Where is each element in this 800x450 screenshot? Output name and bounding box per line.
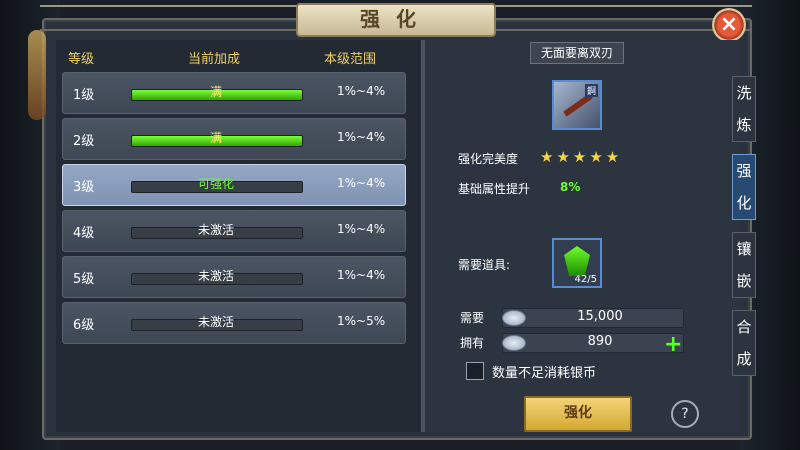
tab-label-char: 镶 — [736, 240, 752, 258]
decorative-ornament — [28, 30, 46, 120]
tab-label-char: 炼 — [736, 116, 752, 134]
tab-label-char: 成 — [736, 350, 752, 368]
enhance-button[interactable]: 强化 — [524, 396, 632, 432]
tab-label: 洗炼 — [733, 77, 755, 141]
level-label: 1级 — [73, 88, 95, 103]
level-range: 1%~4% — [337, 176, 386, 190]
bonus-status: 未激活 — [197, 269, 234, 283]
level-range: 1%~4% — [337, 130, 386, 144]
tab-label-char: 洗 — [736, 84, 752, 102]
use-silver-checkbox[interactable] — [466, 362, 484, 380]
level-label: 6级 — [73, 318, 95, 333]
level-row-5[interactable]: 5级 未激活 1%~4% — [62, 256, 406, 298]
material-label: 需要道具: — [458, 258, 511, 272]
level-label: 3级 — [73, 180, 95, 195]
level-row-4[interactable]: 4级 未激活 1%~4% — [62, 210, 406, 252]
bonus-status: 未激活 — [197, 223, 234, 237]
level-label: 2级 — [73, 134, 95, 149]
header-current-bonus: 当前加成 — [188, 52, 241, 67]
perfection-label: 强化完美度 — [458, 152, 519, 166]
item-name: 无面要离双刃 — [530, 42, 624, 64]
bonus-status: 满 — [209, 131, 222, 145]
close-button[interactable]: × — [712, 8, 746, 42]
perfection-stars: ★★★★★ — [540, 148, 623, 166]
help-button[interactable]: ? — [671, 400, 699, 428]
close-icon: × — [719, 12, 739, 37]
tab-label: 镶嵌 — [733, 233, 755, 297]
use-silver-label: 数量不足消耗银币 — [492, 366, 597, 381]
bonus-status: 可强化 — [197, 177, 234, 191]
tab-enhance[interactable]: 强化 — [732, 154, 756, 220]
base-attr-value: 8% — [560, 180, 581, 194]
base-attr-label: 基础属性提升 — [458, 182, 531, 196]
level-row-6[interactable]: 6级 未激活 1%~5% — [62, 302, 406, 344]
header-level-range: 本级范围 — [324, 52, 377, 67]
item-tag: 錒 — [584, 84, 598, 97]
gem-icon — [564, 246, 590, 276]
need-value: 15,000 — [577, 309, 623, 324]
level-range: 1%~4% — [337, 268, 386, 282]
tab-inlay[interactable]: 镶嵌 — [732, 232, 756, 298]
tab-label: 合成 — [733, 311, 755, 375]
level-row-1[interactable]: 1级 满 1%~4% — [62, 72, 406, 114]
tab-label-char: 合 — [736, 318, 752, 336]
panel-divider — [421, 40, 425, 432]
bonus-status: 满 — [209, 85, 222, 99]
have-value: 890 — [587, 334, 613, 349]
level-label: 4级 — [73, 226, 95, 241]
add-currency-button[interactable]: + — [664, 332, 682, 357]
material-icon[interactable]: 42/5 — [552, 238, 602, 288]
tab-label-char: 强 — [736, 162, 752, 180]
silver-coin-icon — [502, 310, 526, 326]
level-range: 1%~4% — [337, 84, 386, 98]
level-row-2[interactable]: 2级 满 1%~4% — [62, 118, 406, 160]
level-row-3[interactable]: 3级 可强化 1%~4% — [62, 164, 406, 206]
item-icon[interactable]: 錒 — [552, 80, 602, 130]
material-count: 42/5 — [574, 274, 597, 285]
level-label: 5级 — [73, 272, 95, 287]
tab-combine[interactable]: 合成 — [732, 310, 756, 376]
header-level: 等级 — [68, 52, 95, 67]
have-label: 拥有 — [460, 336, 485, 350]
need-label: 需要 — [460, 311, 485, 325]
tab-label-char: 化 — [736, 194, 752, 212]
level-range: 1%~5% — [337, 314, 386, 328]
bonus-status: 未激活 — [197, 315, 234, 329]
tab-label-char: 嵌 — [736, 272, 752, 290]
dialog-title: 强化 — [296, 3, 496, 37]
level-range: 1%~4% — [337, 222, 386, 236]
tab-refine[interactable]: 洗炼 — [732, 76, 756, 142]
silver-coin-icon — [502, 335, 526, 351]
tab-label: 强化 — [733, 155, 755, 219]
